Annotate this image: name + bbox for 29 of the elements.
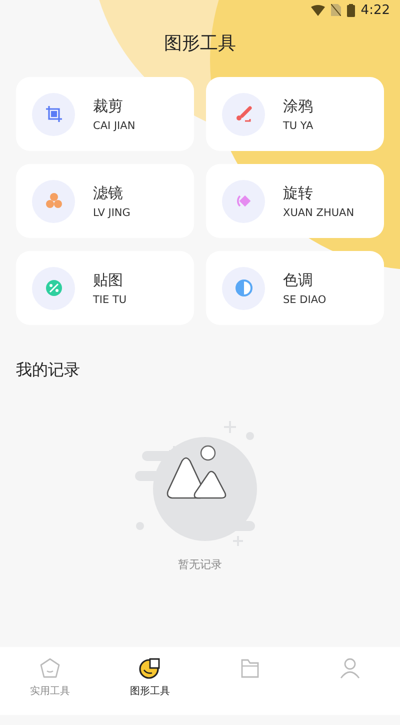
tool-pinyin: LV JING — [93, 206, 130, 218]
tool-name: 旋转 — [283, 184, 314, 202]
wifi-icon — [310, 4, 325, 16]
tool-name: 涂鸦 — [283, 96, 314, 116]
tool-card[interactable]: 裁剪 CAI JIAN — [16, 77, 194, 151]
user-icon — [339, 657, 361, 679]
tool-name: 裁剪 — [93, 96, 124, 116]
tool-card[interactable]: 贴图 TIE TU — [16, 251, 194, 325]
tool-pinyin: XUAN ZHUAN — [283, 206, 354, 218]
nav-tab[interactable]: 图形工具 — [100, 647, 200, 715]
tool-pinyin: CAI JIAN — [93, 120, 136, 132]
tool-card[interactable]: 滤镜 LV JING — [16, 164, 194, 238]
section-title: 我的记录 — [16, 360, 81, 381]
status-time: 4:22 — [360, 2, 390, 18]
empty-message: 暂无记录 — [178, 557, 222, 572]
page-title: 图形工具 — [163, 32, 237, 56]
tool-name: 滤镜 — [93, 184, 124, 202]
tool-card[interactable]: 色调 SE DIAO — [206, 251, 384, 325]
tool-pinyin: TU YA — [283, 120, 314, 132]
tool-card[interactable]: 涂鸦 TU YA — [206, 77, 384, 151]
tool-name: 色调 — [283, 270, 314, 290]
nav-tab[interactable]: 实用工具 — [0, 647, 100, 715]
folder-icon — [239, 657, 261, 679]
pentagon-icon — [39, 657, 61, 679]
tool-name: 贴图 — [93, 270, 124, 290]
tool-pinyin: SE DIAO — [283, 294, 326, 306]
tool-pinyin: TIE TU — [93, 294, 127, 306]
pie-chart-icon — [139, 657, 161, 679]
tool-card[interactable]: 旋转 XUAN ZHUAN — [206, 164, 384, 238]
